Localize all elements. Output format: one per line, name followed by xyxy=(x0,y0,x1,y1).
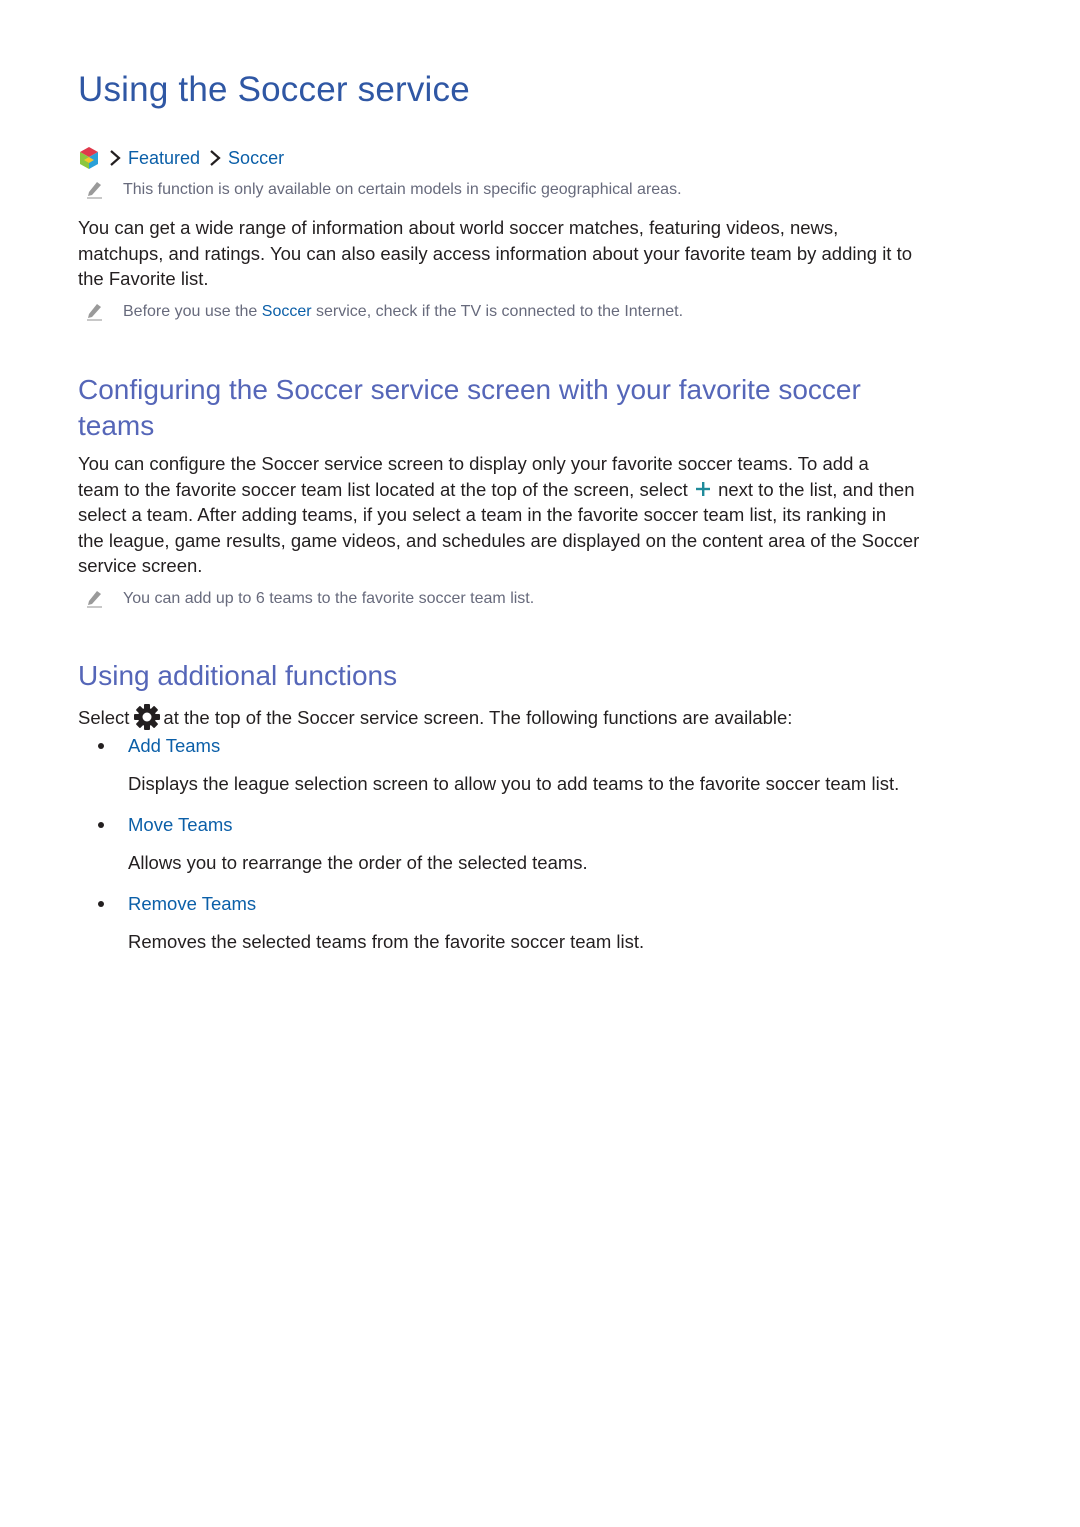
bullet-icon xyxy=(98,822,104,828)
note-max-teams: You can add up to 6 teams to the favorit… xyxy=(78,589,534,609)
text-part: next to the list, and then xyxy=(718,478,915,500)
section-heading-configure: Configuring the Soccer service screen wi… xyxy=(78,372,998,444)
text-line: team to the favorite soccer team list lo… xyxy=(78,477,1008,503)
move-teams-label: Move Teams xyxy=(128,814,233,835)
text-line: select a team. After adding teams, if yo… xyxy=(78,504,887,525)
text-part: team to the favorite soccer team list lo… xyxy=(78,478,688,500)
chevron-right-icon xyxy=(110,150,121,166)
add-teams-label: Add Teams xyxy=(128,735,221,756)
page-title: Using the Soccer service xyxy=(78,70,470,109)
section-heading-additional: Using additional functions xyxy=(78,660,398,691)
heading-line: Configuring the Soccer service screen wi… xyxy=(78,374,861,405)
intro-paragraph: You can get a wide range of information … xyxy=(78,215,1008,292)
move-teams-description: Allows you to rearrange the order of the… xyxy=(128,852,588,873)
note-text-part: service, check if the TV is connected to… xyxy=(311,303,684,320)
text-line: You can get a wide range of information … xyxy=(78,217,839,238)
breadcrumb-featured[interactable]: Featured xyxy=(128,148,200,169)
remove-teams-label: Remove Teams xyxy=(128,893,257,914)
text-line: matchups, and ratings. You can also easi… xyxy=(78,242,913,264)
add-teams-description: Displays the league selection screen to … xyxy=(128,773,900,794)
gear-icon xyxy=(134,704,161,730)
configure-paragraph: You can configure the Soccer service scr… xyxy=(78,451,1008,579)
function-item-remove-teams: Remove Teams xyxy=(98,893,256,915)
additional-intro: Select at the top of the Soccer service … xyxy=(78,703,1008,731)
smart-hub-icon xyxy=(80,147,98,169)
function-item-move-teams: Move Teams xyxy=(98,814,233,836)
pencil-icon xyxy=(87,182,102,199)
breadcrumb: Featured Soccer xyxy=(78,146,284,170)
text-line: the league, game results, game videos, a… xyxy=(78,529,920,551)
note-text: This function is only available on certa… xyxy=(123,181,682,198)
text-line: the Favorite list. xyxy=(78,268,209,289)
note-availability: This function is only available on certa… xyxy=(78,180,682,200)
note-text: Before you use the Soccer service, check… xyxy=(123,303,683,321)
remove-teams-description: Removes the selected teams from the favo… xyxy=(128,931,645,952)
heading-line: teams xyxy=(78,410,155,441)
text-part: at the top of the Soccer service screen.… xyxy=(163,707,793,728)
note-text: You can add up to 6 teams to the favorit… xyxy=(123,590,535,607)
note-text-part: Before you use the xyxy=(123,303,262,320)
bullet-icon xyxy=(98,743,104,749)
note-internet: Before you use the Soccer service, check… xyxy=(78,302,683,322)
text-part: Select xyxy=(78,707,130,728)
function-item-add-teams: Add Teams xyxy=(98,735,220,757)
bullet-icon xyxy=(98,901,104,907)
pencil-icon xyxy=(87,591,102,608)
soccer-link[interactable]: Soccer xyxy=(262,303,312,320)
chevron-right-icon xyxy=(210,150,221,166)
text-line: service screen. xyxy=(78,555,203,576)
plus-icon xyxy=(695,481,710,496)
breadcrumb-soccer[interactable]: Soccer xyxy=(228,148,284,169)
text-line: You can configure the Soccer service scr… xyxy=(78,453,869,474)
pencil-icon xyxy=(87,304,102,321)
